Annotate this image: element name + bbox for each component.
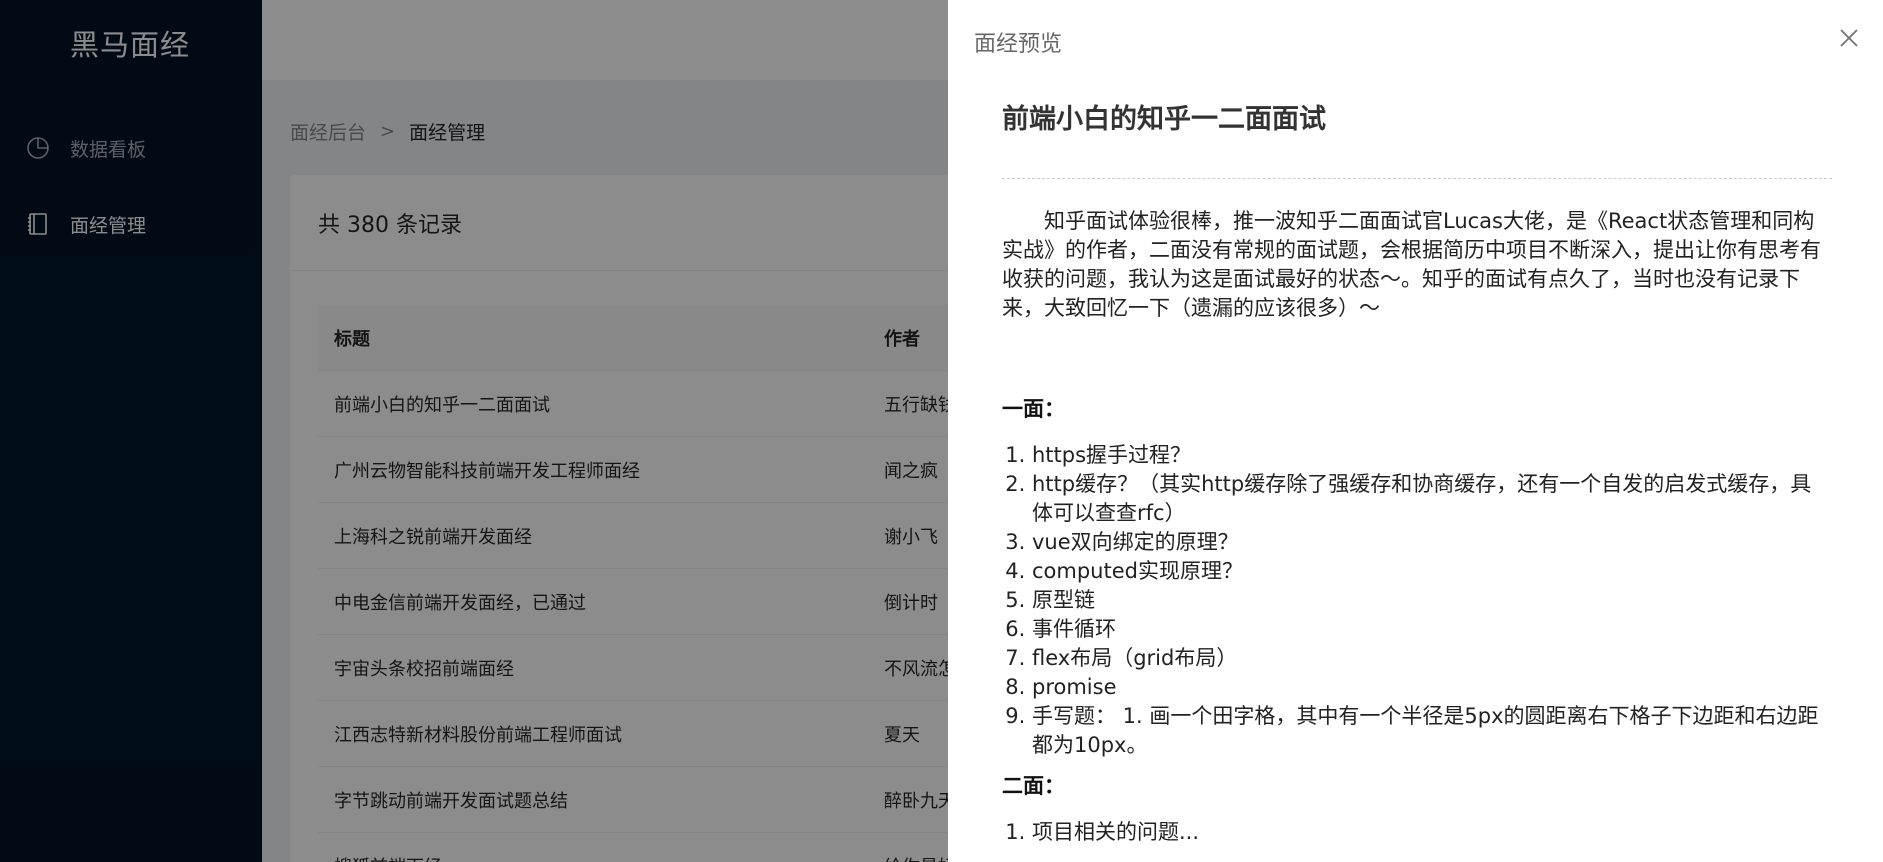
list-item: vue双向绑定的原理？ (1032, 528, 1832, 557)
list-item: 事件循环 (1032, 615, 1832, 644)
question-list-round2: 项目相关的问题... (1002, 818, 1832, 847)
drawer-title: 面经预览 (974, 32, 1063, 57)
article-title: 前端小白的知乎一二面面试 (1002, 104, 1326, 135)
list-item: flex布局（grid布局） (1032, 644, 1832, 673)
article-intro: 知乎面试体验很棒，推一波知乎二面面试官Lucas大佬，是《React状态管理和同… (1002, 209, 1821, 320)
preview-drawer: 面经预览 前端小白的知乎一二面面试 知乎面试体验很棒，推一波知乎二面面试官Luc… (948, 0, 1883, 862)
close-icon (1839, 28, 1859, 52)
section-heading-round2: 二面： (1002, 774, 1065, 798)
article-preview: 前端小白的知乎一二面面试 知乎面试体验很棒，推一波知乎二面面试官Lucas大佬，… (1002, 100, 1832, 847)
list-item: promise (1032, 673, 1832, 702)
title-divider (1002, 178, 1832, 179)
section-heading-round1: 一面： (1002, 397, 1065, 421)
list-item: computed实现原理？ (1032, 557, 1832, 586)
close-button[interactable] (1835, 26, 1863, 54)
question-list-round1: https握手过程？ http缓存？（其实http缓存除了强缓存和协商缓存，还有… (1002, 441, 1832, 760)
list-item: 项目相关的问题... (1032, 818, 1832, 847)
list-item: http缓存？（其实http缓存除了强缓存和协商缓存，还有一个自发的启发式缓存，… (1032, 470, 1832, 528)
list-item: https握手过程？ (1032, 441, 1832, 470)
list-item: 手写题： 1. 画一个田字格，其中有一个半径是5px的圆距离右下格子下边距和右边… (1032, 702, 1832, 760)
list-item: 原型链 (1032, 586, 1832, 615)
